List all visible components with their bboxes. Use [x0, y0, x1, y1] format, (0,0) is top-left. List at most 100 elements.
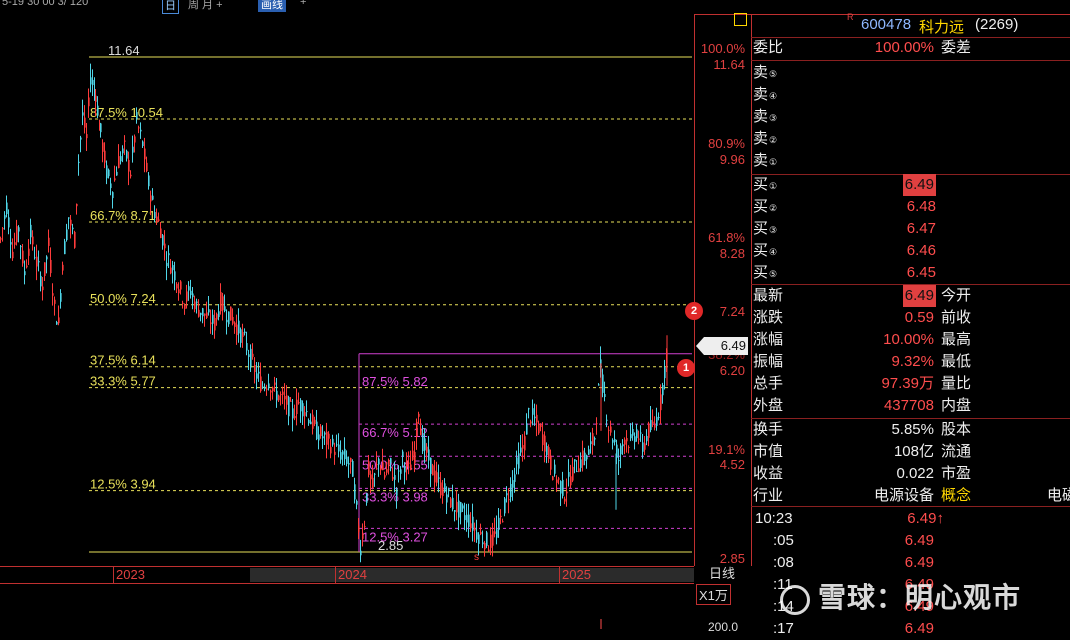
candle-body — [556, 479, 558, 483]
candle-body — [502, 521, 504, 523]
tick-row[interactable]: 10:23 6.49↑ — [751, 508, 1070, 530]
candle-body — [332, 438, 334, 445]
candle-body — [192, 293, 194, 298]
volume-unit: X1万 — [696, 584, 731, 605]
candle-body — [598, 384, 600, 386]
candle-body — [430, 457, 432, 474]
alert-badge-1[interactable]: 1 — [677, 359, 695, 377]
period-day-button[interactable]: 日 — [162, 0, 179, 14]
window-toggle-icon[interactable] — [734, 13, 747, 26]
buy-label: 买 — [753, 220, 769, 237]
candle-body — [438, 477, 440, 479]
stat-label-2: 量比 — [941, 375, 972, 392]
candle-body — [26, 265, 28, 268]
candle-body — [650, 419, 652, 431]
candle-body — [64, 241, 66, 255]
watermark: 雪球：明心观市 — [780, 576, 1021, 616]
candle-body — [570, 476, 572, 486]
buy-row[interactable]: 买 ④ 6.46 — [751, 240, 1070, 262]
s-marker: s — [474, 552, 479, 563]
candle-body — [628, 446, 630, 448]
candle-body — [114, 178, 116, 181]
candle-body — [102, 142, 104, 152]
candle-body — [408, 462, 410, 464]
sell-row[interactable]: 卖① — [751, 150, 1070, 172]
candle-body — [638, 438, 640, 440]
candle-body — [590, 441, 592, 445]
candle-body — [392, 476, 394, 480]
candle-body — [76, 203, 78, 207]
candle-body — [234, 322, 236, 327]
candle-body — [130, 174, 132, 177]
candle-body — [110, 183, 112, 189]
candle-body — [210, 322, 212, 325]
tick-row[interactable]: :17 6.49 — [751, 618, 1070, 640]
sub-fib-label: 66.7% 5.12 — [362, 425, 428, 440]
candle-body — [420, 428, 422, 435]
year-tick — [559, 567, 560, 583]
buy-label: 买 — [753, 264, 769, 281]
time-scrollbar[interactable] — [250, 568, 694, 582]
candle-body — [552, 476, 554, 481]
candle-body — [194, 301, 196, 310]
candle-body — [658, 416, 660, 418]
candle-body — [8, 217, 10, 228]
candle-body — [532, 408, 534, 415]
candle-body — [378, 458, 380, 465]
sell-row[interactable]: 卖③ — [751, 106, 1070, 128]
candle-body — [490, 534, 492, 548]
fib-label: 87.5% 10.54 — [90, 105, 163, 120]
alert-badge-2[interactable]: 2 — [685, 302, 703, 320]
candle-body — [256, 373, 258, 379]
draw-line-button[interactable]: 画线 — [258, 0, 286, 12]
sell-row[interactable]: 卖② — [751, 128, 1070, 150]
buy-row[interactable]: 买 ⑤ 6.45 — [751, 262, 1070, 284]
period-daily-label[interactable]: 日线 — [694, 566, 750, 582]
candle-body — [654, 424, 656, 428]
candle-body — [298, 402, 300, 404]
candle-body — [72, 227, 74, 230]
candle-body — [208, 309, 210, 313]
sell-row[interactable]: 卖④ — [751, 84, 1070, 106]
candle-body — [588, 449, 590, 455]
candle-body — [548, 447, 550, 459]
candle-body — [618, 460, 620, 462]
kline-chart[interactable]: 11.64 87.5% 10.54 66.7% 8.71 50.0% 7.24 37.5… — [0, 14, 694, 566]
buy-price: 6.48 — [906, 198, 936, 215]
candle-body — [294, 415, 296, 419]
industry-concept: 电磁 — [1047, 487, 1070, 504]
buy-row[interactable]: 买 ② 6.48 — [751, 196, 1070, 218]
candle-body — [30, 224, 32, 238]
kline-svg[interactable]: 11.64 87.5% 10.54 66.7% 8.71 50.0% 7.24 37.5… — [0, 14, 694, 566]
candle-body — [376, 464, 378, 466]
axis-price-452: 4.52 — [719, 457, 745, 472]
buy-row[interactable]: 买 ③ 6.47 — [751, 218, 1070, 240]
candle-body — [250, 348, 252, 368]
period-options[interactable]: 周 月 + — [188, 0, 223, 12]
candle-body — [610, 426, 612, 433]
candle-body — [38, 261, 40, 263]
tick-row[interactable]: :08 6.49 — [751, 552, 1070, 574]
candle-body — [6, 202, 8, 215]
tick-row[interactable]: :05 6.49 — [751, 530, 1070, 552]
candle-body — [480, 531, 482, 535]
candle-body — [456, 501, 458, 513]
candle-body — [656, 416, 658, 426]
sell-row[interactable]: 卖⑤ — [751, 62, 1070, 84]
candle-body — [288, 397, 290, 417]
buy-row[interactable]: 买 ① 6.49 — [751, 174, 1070, 196]
xueqiu-logo-icon — [780, 584, 810, 615]
candle-body — [278, 395, 280, 401]
candle-body — [486, 532, 488, 546]
tick-price: 6.49 — [904, 554, 934, 571]
stock-count: (2269) — [975, 16, 1019, 33]
candle-body — [338, 444, 340, 452]
candle-body — [276, 390, 278, 401]
candle-body — [606, 419, 608, 421]
volume-pane[interactable] — [0, 583, 694, 629]
buy-level: ① — [769, 181, 778, 191]
candle-body — [362, 532, 364, 539]
time-axis[interactable]: 2023 2024 2025 — [0, 566, 694, 584]
r-mark: R — [847, 12, 854, 22]
candle-body — [244, 331, 246, 334]
